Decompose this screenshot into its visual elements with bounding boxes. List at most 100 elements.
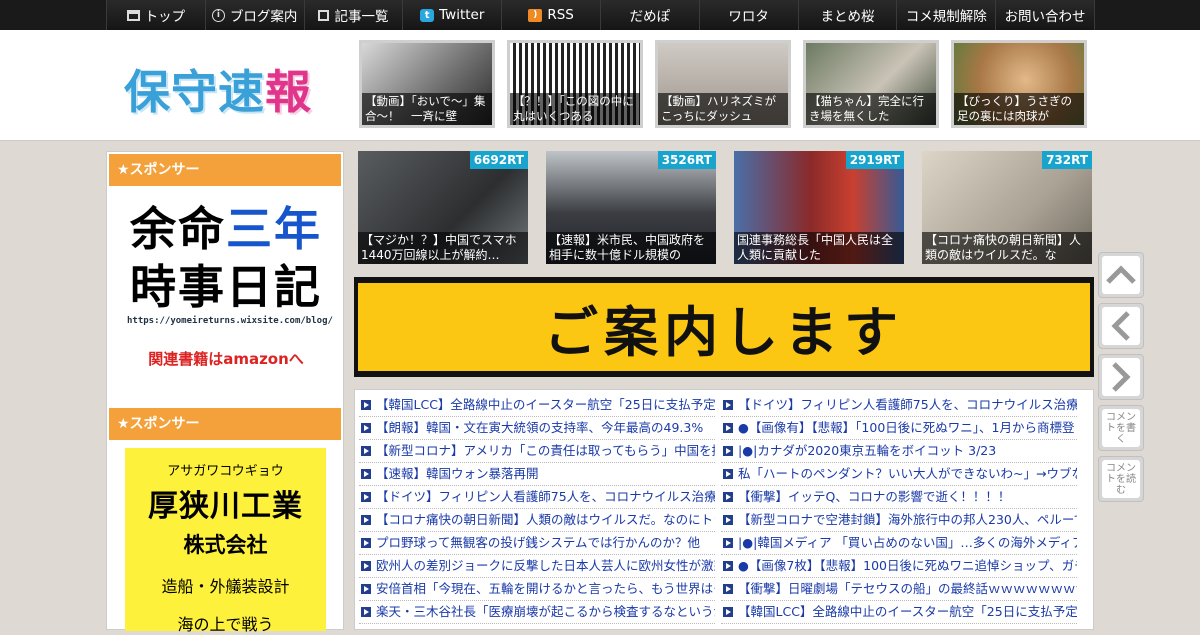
article-link[interactable]: 私「ハートのペンダント？いい大人ができないわ~」→ウブな	[721, 463, 1077, 486]
thumb-caption: 【動画】ハリネズミがこっちにダッシュ	[658, 93, 788, 125]
bullet-arrow-icon	[723, 492, 733, 502]
top-nav: トップ i ブログ案内 記事一覧 t Twitter ) RSS だめぽ ワロタ まと…	[0, 0, 1200, 30]
thumb-caption: 【速報】米市民、中国政府を相手に数十億ドル規模の	[546, 232, 716, 264]
article-link[interactable]: 【韓国LCC】全路線中止のイースター航空「25日に支払予定い	[721, 601, 1077, 624]
nav-label: Twitter	[439, 7, 485, 23]
thumb-caption: 【猫ちゃん】完全に行き場を無くした	[806, 93, 936, 125]
header-thumb[interactable]: 【びっくり】うさぎの足の裏には肉球が	[951, 40, 1087, 128]
article-title: 欧州人の差別ジョークに反撃した日本人芸人に欧州女性が激怒	[376, 558, 715, 573]
article-link[interactable]: 楽天・三木谷社長「医療崩壊が起こるから検査するなというが	[359, 601, 715, 624]
article-link[interactable]: 【ドイツ】フィリピン人看護師75人を、コロナウイルス治療の	[359, 486, 715, 509]
list-icon	[318, 9, 330, 21]
prev-article-button[interactable]	[1098, 303, 1144, 349]
nav-item-warota[interactable]: ワロタ	[698, 0, 798, 30]
nav-item-article-list[interactable]: 記事一覧	[303, 0, 403, 30]
nav-label: 記事一覧	[334, 9, 389, 25]
article-link[interactable]: |●|カナダが2020東京五輪をボイコット 3/23	[721, 440, 1077, 463]
ad-title-line2: 時事日記	[130, 260, 322, 314]
nav-item-rss[interactable]: ) RSS	[501, 0, 600, 30]
nav-item-comment-unblock[interactable]: コメ規制解除	[896, 0, 996, 30]
article-link[interactable]: ●【画像7枚】【悲報】100日後に死ぬワニ追悼ショップ、ガチで	[721, 555, 1077, 578]
article-title: 【衝撃】イッテQ、コロナの影響で逝く！！！！	[738, 489, 1011, 504]
nav-item-blog-guide[interactable]: i ブログ案内	[204, 0, 304, 30]
ad-text: 余命	[130, 202, 226, 256]
ranking-thumb[interactable]: 2919RT 国連事務総長「中国人民は全人類に貢献した	[734, 151, 904, 264]
article-title: 【新型コロナで空港封鎖】海外旅行中の邦人230人、ペルーで足	[738, 512, 1077, 527]
read-comment-label: コメントを読む	[1102, 460, 1140, 498]
article-link[interactable]: 【衝撃】日曜劇場「テセウスの船」の最終話ｗｗｗｗｗｗｗｗ	[721, 578, 1077, 601]
bullet-arrow-icon	[723, 446, 733, 456]
bullet-arrow-icon	[361, 446, 371, 456]
article-link[interactable]: 【ドイツ】フィリピン人看護師75人を、コロナウイルス治療の	[721, 394, 1077, 417]
bullet-arrow-icon	[361, 469, 371, 479]
article-link[interactable]: 安倍首相「今現在、五輪を開けるかと言ったら、もう世界はそ	[359, 578, 715, 601]
ad-description: 造船・外艤装設計	[161, 577, 290, 596]
article-link[interactable]: 【朗報】韓国・文在寅大統領の支持率、今年最高の49.3%	[359, 417, 715, 440]
article-title: 【ドイツ】フィリピン人看護師75人を、コロナウイルス治療の	[376, 489, 715, 504]
nav-item-top[interactable]: トップ	[106, 0, 205, 30]
ranking-thumb[interactable]: 732RT 【コロナ痛快の朝日新聞】人類の敵はウイルスだ。な	[922, 151, 1092, 264]
nav-label: お問い合わせ	[1004, 9, 1086, 25]
read-comment-button[interactable]: コメントを読む	[1098, 456, 1144, 502]
up-arrow-icon	[1102, 256, 1140, 294]
nav-item-contact[interactable]: お問い合わせ	[995, 0, 1095, 30]
sponsor-ad-company[interactable]: アサガワコウギョウ 厚狭川工業 株式会社 造船・外艤装設計 海の上で戦う	[125, 448, 326, 634]
nav-item-matome[interactable]: まとめ桜	[797, 0, 897, 30]
rss-icon: )	[528, 8, 543, 22]
thumb-caption: 【びっくり】うさぎの足の裏には肉球が	[954, 93, 1084, 125]
article-link[interactable]: 【コロナ痛快の朝日新聞】人類の敵はウイルスだ。なのにトラ	[359, 509, 715, 532]
article-title: 【韓国LCC】全路線中止のイースター航空「25日に支払予定い	[738, 604, 1077, 619]
site-logo[interactable]: 保守速報	[124, 56, 312, 122]
bullet-arrow-icon	[723, 538, 733, 548]
article-link[interactable]: ●【画像有】【悲報】「100日後に死ぬワニ」、1月から商標登	[721, 417, 1077, 440]
article-title: ●【画像7枚】【悲報】100日後に死ぬワニ追悼ショップ、ガチで	[738, 558, 1077, 573]
nav-label: だめぽ	[629, 9, 671, 25]
sponsor-ad-book[interactable]: 余命三年 時事日記 https://yomeireturns.wixsite.c…	[127, 200, 333, 380]
ranking-thumb[interactable]: 3526RT 【速報】米市民、中国政府を相手に数十億ドル規模の	[546, 151, 716, 264]
bullet-arrow-icon	[361, 515, 371, 525]
thumb-caption: 【？！】「この図の中に丸はいくつある	[510, 93, 640, 125]
article-link[interactable]: |●|韓国メディア 「買い占めのない国」…多くの海外メディアは	[721, 532, 1077, 555]
article-column-left: 【韓国LCC】全路線中止のイースター航空「25日に支払予定い 【朗報】韓国・文在寅…	[359, 394, 715, 624]
amazon-link[interactable]: 関連書籍はamazonへ	[127, 348, 325, 369]
article-link[interactable]: 【韓国LCC】全路線中止のイースター航空「25日に支払予定い	[359, 394, 715, 417]
guide-banner[interactable]: ご案内します	[354, 277, 1094, 377]
header-thumb[interactable]: 【動画】ハリネズミがこっちにダッシュ	[655, 40, 791, 128]
nav-item-twitter[interactable]: t Twitter	[402, 0, 502, 30]
article-link[interactable]: 【速報】韓国ウォン暴落再開	[359, 463, 715, 486]
bullet-arrow-icon	[361, 607, 371, 617]
ad-company-name: 厚狭川工業	[148, 489, 303, 524]
article-column-right: 【ドイツ】フィリピン人看護師75人を、コロナウイルス治療の ●【画像有】【悲報】「…	[721, 394, 1077, 624]
next-article-button[interactable]	[1098, 354, 1144, 400]
nav-label: RSS	[547, 7, 574, 23]
article-link[interactable]: 【新型コロナ】アメリカ「この責任は取ってもらう」中国を提	[359, 440, 715, 463]
article-title: 私「ハートのペンダント？いい大人ができないわ~」→ウブな	[738, 466, 1077, 481]
header-thumb[interactable]: 【動画】「おいで～」集合～！ 一斉に壁	[359, 40, 495, 128]
article-title: 安倍首相「今現在、五輪を開けるかと言ったら、もう世界はそ	[376, 581, 715, 596]
article-title: 【衝撃】日曜劇場「テセウスの船」の最終話ｗｗｗｗｗｗｗｗ	[738, 581, 1077, 596]
article-link[interactable]: 欧州人の差別ジョークに反撃した日本人芸人に欧州女性が激怒	[359, 555, 715, 578]
twitter-icon: t	[420, 8, 435, 22]
scroll-top-button[interactable]	[1098, 252, 1144, 298]
ad-company-type: 株式会社	[183, 533, 268, 557]
sponsor-heading: ★スポンサー	[109, 408, 341, 440]
bullet-arrow-icon	[723, 561, 733, 571]
nav-item-damepo[interactable]: だめぽ	[599, 0, 699, 30]
logo-char: 守	[171, 65, 218, 119]
article-title: プロ野球って無観客の投げ銭システムでは行かんのか？他	[376, 535, 701, 550]
banner-text: ご案内します	[358, 283, 1090, 371]
write-comment-button[interactable]: コメントを書く	[1098, 405, 1144, 451]
ranking-thumb[interactable]: 6692RT 【マジか！？】中国でスマホ1440万回線以上が解約…	[358, 151, 528, 264]
article-title: 楽天・三木谷社長「医療崩壊が起こるから検査するなというが	[376, 604, 715, 619]
article-link[interactable]: プロ野球って無観客の投げ銭システムでは行かんのか？他	[359, 532, 715, 555]
bullet-arrow-icon	[361, 538, 371, 548]
ad-text: 三年	[226, 202, 322, 256]
rt-count-badge: 3526RT	[657, 151, 716, 169]
ad-title-line1: 余命三年	[127, 200, 325, 258]
header-thumb[interactable]: 【猫ちゃん】完全に行き場を無くした	[803, 40, 939, 128]
article-link[interactable]: 【衝撃】イッテQ、コロナの影響で逝く！！！！	[721, 486, 1077, 509]
header-thumb[interactable]: 【？！】「この図の中に丸はいくつある	[507, 40, 643, 128]
article-link[interactable]: 【新型コロナで空港封鎖】海外旅行中の邦人230人、ペルーで足	[721, 509, 1077, 532]
bullet-arrow-icon	[723, 469, 733, 479]
thumb-caption: 国連事務総長「中国人民は全人類に貢献した	[734, 232, 904, 264]
